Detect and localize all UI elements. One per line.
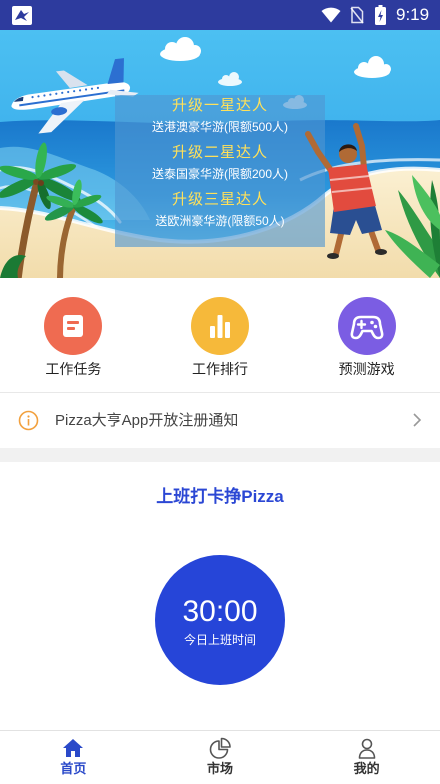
tab-label: 市场 [207, 761, 234, 776]
pie-chart-icon [209, 737, 231, 759]
tier-title: 升级一星达人 [171, 97, 268, 114]
section-divider [0, 448, 440, 462]
person-icon [356, 737, 378, 759]
timer-value: 30:00 [182, 595, 258, 628]
promo-banner[interactable]: 升级一星达人 送港澳豪华游(限额500人) 升级二星达人 送泰国豪华游(限额20… [0, 30, 440, 278]
tab-label: 我的 [353, 761, 380, 776]
timer-caption: 今日上班时间 [183, 633, 256, 647]
action-label: 工作任务 [45, 361, 102, 377]
checkin-title: 上班打卡挣Pizza [156, 487, 284, 506]
tier-title: 升级二星达人 [171, 144, 268, 161]
chevron-right-icon [412, 412, 422, 428]
notice-bar[interactable]: Pizza大亨App开放注册通知 [0, 393, 440, 448]
tab-market[interactable]: 市场 [147, 731, 294, 784]
action-label: 工作排行 [192, 361, 248, 377]
tier-list: 升级一星达人 送港澳豪华游(限额500人) 升级二星达人 送泰国豪华游(限额20… [115, 95, 325, 236]
status-time: 9:19 [396, 5, 430, 24]
tab-label: 首页 [60, 761, 87, 776]
info-icon [18, 410, 39, 431]
tier-reward: 送港澳豪华游(限额500人) [151, 120, 288, 134]
status-bar: 9:19 [0, 0, 440, 30]
ranking-bar-chart-icon [191, 297, 249, 355]
checkin-button[interactable]: 30:00 今日上班时间 [155, 555, 285, 685]
action-work-tasks[interactable]: 工作任务 [0, 278, 147, 392]
tab-profile[interactable]: 我的 [293, 731, 440, 784]
action-work-ranking[interactable]: 工作排行 [147, 278, 294, 392]
battery-charging-icon [375, 5, 386, 25]
tier-item: 升级一星达人 送港澳豪华游(限额500人) [115, 95, 325, 137]
task-document-icon [44, 297, 103, 355]
gamepad-icon [337, 297, 396, 355]
checkin-section: 上班打卡挣Pizza 30:00 今日上班时间 [0, 462, 440, 730]
action-label: 预测游戏 [338, 361, 395, 377]
home-icon [62, 737, 84, 759]
tier-item: 升级三星达人 送欧洲豪华游(限额50人) [115, 189, 325, 231]
app-screen: 9:19 升级一星达人 送港澳豪华游(限额500人) 升级二星达人 送泰国豪华游… [0, 0, 440, 784]
tier-reward: 送泰国豪华游(限额200人) [151, 167, 288, 181]
no-sim-icon [350, 6, 364, 24]
wifi-icon [321, 7, 341, 23]
tier-item: 升级二星达人 送泰国豪华游(限额200人) [115, 142, 325, 184]
tier-title: 升级三星达人 [171, 191, 268, 208]
action-prediction-game[interactable]: 预测游戏 [293, 278, 440, 392]
bottom-tab-bar: 首页 市场 我的 [0, 730, 440, 784]
tab-home[interactable]: 首页 [0, 731, 147, 784]
quick-actions: 工作任务 工作排行 预测游戏 [0, 278, 440, 392]
tier-reward: 送欧洲豪华游(限额50人) [155, 214, 285, 228]
app-logo-icon [12, 6, 32, 25]
notice-text: Pizza大亨App开放注册通知 [55, 412, 239, 429]
